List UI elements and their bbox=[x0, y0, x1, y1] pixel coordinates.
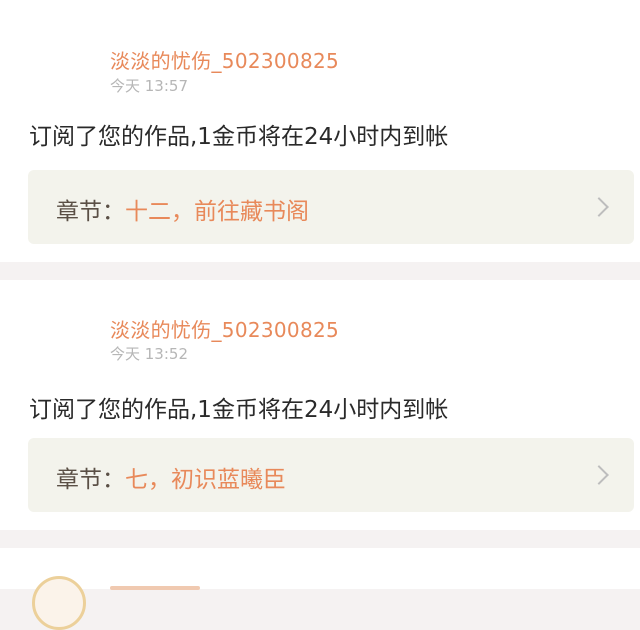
chapter-text: 章节：七，初识蓝曦臣 bbox=[56, 460, 286, 494]
timestamp: 今天 13:52 bbox=[110, 345, 188, 363]
notification-item: 淡淡的忧伤_502300825 今天 13:52 订阅了您的作品,1金币将在24… bbox=[0, 280, 640, 530]
sender-name-partial bbox=[110, 582, 200, 592]
notification-item: 淡淡的忧伤_502300825 今天 13:57 订阅了您的作品,1金币将在24… bbox=[0, 0, 640, 262]
avatar[interactable] bbox=[32, 576, 86, 630]
notification-message: 订阅了您的作品,1金币将在24小时内到帐 bbox=[29, 124, 449, 150]
timestamp: 今天 13:57 bbox=[110, 77, 188, 95]
chapter-title: 十二，前往藏书阁 bbox=[125, 199, 309, 225]
chapter-link[interactable]: 章节：十二，前往藏书阁 bbox=[28, 170, 634, 244]
chevron-right-icon bbox=[589, 197, 609, 217]
notification-item-partial bbox=[0, 548, 640, 630]
chevron-right-icon bbox=[589, 465, 609, 485]
sender-name[interactable]: 淡淡的忧伤_502300825 bbox=[110, 45, 339, 74]
chapter-label: 章节： bbox=[56, 199, 125, 225]
chapter-link[interactable]: 章节：七，初识蓝曦臣 bbox=[28, 438, 634, 512]
notification-message: 订阅了您的作品,1金币将在24小时内到帐 bbox=[29, 397, 449, 423]
sender-name[interactable]: 淡淡的忧伤_502300825 bbox=[110, 314, 339, 343]
chapter-label: 章节： bbox=[56, 467, 125, 493]
chapter-text: 章节：十二，前往藏书阁 bbox=[56, 192, 309, 226]
chapter-title: 七，初识蓝曦臣 bbox=[125, 467, 286, 493]
